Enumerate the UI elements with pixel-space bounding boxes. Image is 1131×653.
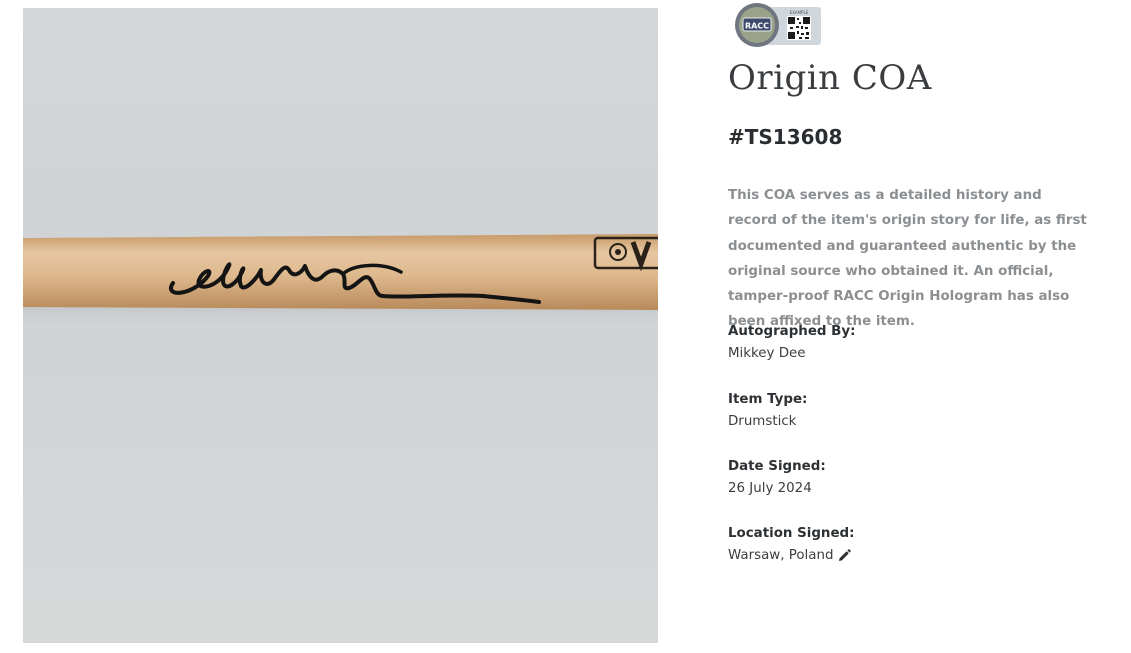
field-value: Warsaw, Poland — [728, 548, 834, 563]
field-value: Drumstick — [728, 414, 797, 429]
location-value-row: Warsaw, Poland — [728, 545, 852, 567]
field-value: Mikkey Dee — [728, 346, 806, 361]
qr-code-icon — [787, 16, 811, 40]
racc-hologram-badge: RACC EXAMPLE — [733, 3, 823, 47]
coa-description: This COA serves as a detailed history an… — [728, 188, 1087, 330]
coa-title: Origin COA — [728, 58, 932, 98]
field-item-type: Item Type: Drumstick — [728, 389, 1088, 433]
drumstick-image — [23, 234, 658, 328]
item-photo — [23, 8, 658, 643]
field-value: 26 July 2024 — [728, 481, 812, 496]
pencil-icon[interactable] — [837, 549, 852, 563]
field-label: Autographed By: — [728, 324, 856, 339]
racc-logo-text: RACC — [745, 22, 769, 31]
field-label: Date Signed: — [728, 459, 826, 474]
field-label: Location Signed: — [728, 526, 855, 541]
field-location-signed: Location Signed: Warsaw, Poland — [728, 523, 1088, 567]
field-autographed-by: Autographed By: Mikkey Dee — [728, 321, 1088, 365]
certificate-number: #TS13608 — [728, 125, 843, 149]
qr-caption: EXAMPLE — [790, 10, 809, 15]
field-date-signed: Date Signed: 26 July 2024 — [728, 456, 1088, 500]
field-label: Item Type: — [728, 392, 808, 407]
